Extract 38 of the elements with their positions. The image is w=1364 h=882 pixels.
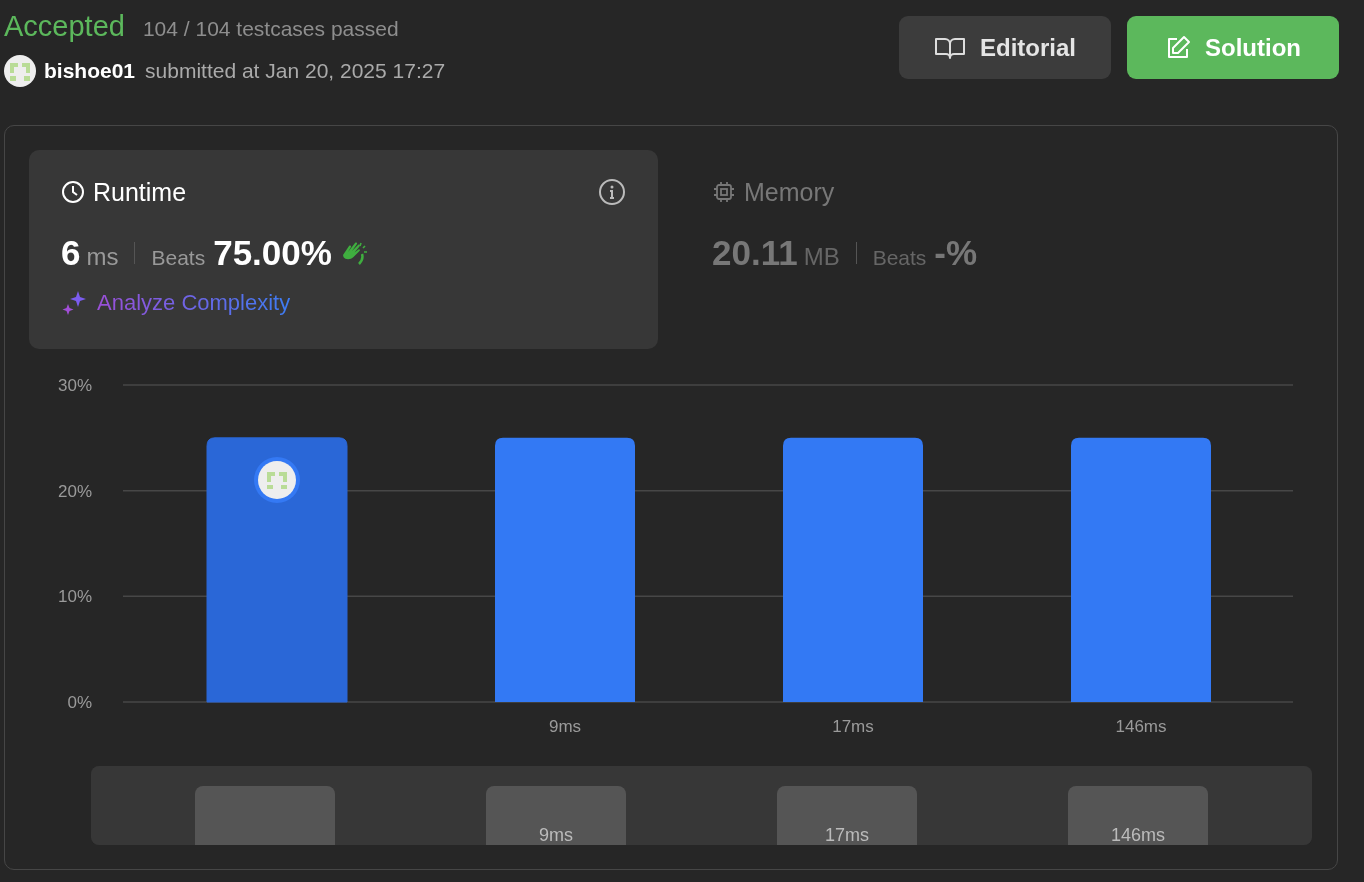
runtime-unit: ms <box>86 243 119 271</box>
beats-percentage: 75.00% <box>213 233 332 273</box>
range-handle[interactable]: 9ms <box>486 786 626 845</box>
book-icon <box>934 35 966 60</box>
edit-icon <box>1165 34 1191 61</box>
chip-icon <box>712 180 736 204</box>
info-icon[interactable] <box>598 178 626 206</box>
axis-label: 9ms <box>548 717 582 736</box>
submitted-time: submitted at Jan 20, 2025 17:27 <box>145 59 446 83</box>
axis-label: 146ms <box>1115 717 1167 736</box>
status-text: Accepted <box>4 10 125 43</box>
runtime-title: Runtime <box>93 177 188 207</box>
axis-label: 17ms <box>832 717 874 736</box>
avatar-icon <box>4 55 36 87</box>
range-handle[interactable]: 17ms <box>777 786 917 845</box>
avatar-marker-icon <box>254 457 300 503</box>
runtime-value: 6 <box>61 233 81 273</box>
solution-button[interactable]: Solution <box>1127 16 1339 79</box>
axis-label: 10% <box>57 587 92 607</box>
testcases-text: 104 / 104 testcases passed <box>142 17 399 41</box>
memory-card[interactable]: Memory 20.11 MB Beats -% <box>690 150 1250 349</box>
axis-label: 30% <box>57 376 92 395</box>
runtime-card[interactable]: Runtime 6 ms Beats 75.00% Analyze Complexity <box>29 150 658 349</box>
memory-value: 20.11 <box>712 233 798 273</box>
memory-unit: MB <box>803 243 840 271</box>
range-handle[interactable]: 146ms <box>1068 786 1208 845</box>
editorial-button[interactable]: Editorial <box>899 16 1111 79</box>
axis-label: 20% <box>57 481 92 501</box>
username[interactable]: bishoe01 <box>44 59 136 83</box>
range-slider[interactable]: 9ms 17ms 146ms <box>91 766 1312 845</box>
histogram-bar[interactable] <box>206 437 348 703</box>
axis-label: 0% <box>67 693 92 712</box>
beats-label: Beats <box>151 246 206 270</box>
beats-percentage: -% <box>934 233 978 273</box>
range-handle[interactable] <box>195 786 335 845</box>
beats-label: Beats <box>872 246 927 270</box>
memory-title: Memory <box>744 177 836 207</box>
clock-icon <box>61 180 85 204</box>
